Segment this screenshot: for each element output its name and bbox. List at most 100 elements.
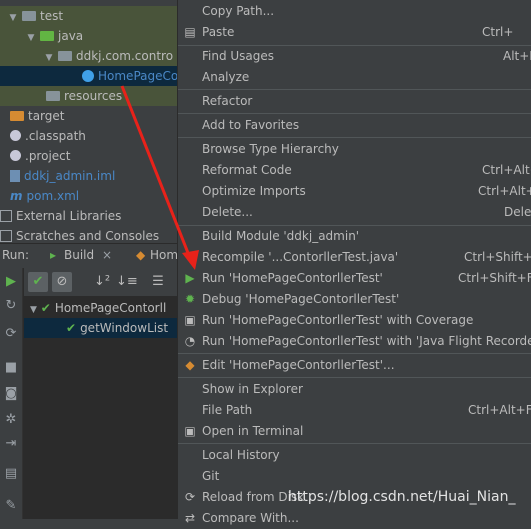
- tab-build[interactable]: Build: [64, 248, 94, 262]
- tree-item-external-libraries[interactable]: External Libraries: [0, 206, 177, 226]
- chevron-down-icon[interactable]: ▼: [44, 48, 54, 68]
- menu-label: Recompile '...ContorllerTest.java': [202, 250, 399, 264]
- menu-label: Refactor: [202, 94, 253, 108]
- menu-label: Open in Terminal: [202, 424, 304, 438]
- show-ignored-icon[interactable]: ⊘: [52, 272, 72, 292]
- iml-file-icon: [10, 169, 20, 182]
- tree-item-label: target: [28, 109, 65, 123]
- menu-label: Run 'HomePageContorllerTest' with Covera…: [202, 313, 474, 327]
- terminal-icon: ▣: [184, 424, 196, 438]
- menu-label: Reformat Code: [202, 163, 292, 177]
- menu-delete[interactable]: Delete... Delet: [178, 202, 531, 223]
- tree-item-package[interactable]: ▼ ddkj.com.contro: [0, 46, 177, 66]
- menu-label: Git: [202, 469, 220, 483]
- menu-open-terminal[interactable]: ▣ Open in Terminal: [178, 421, 531, 442]
- chevron-down-icon[interactable]: ▼: [8, 8, 18, 28]
- menu-label: Optimize Imports: [202, 184, 306, 198]
- menu-shortcut: Ctrl+: [482, 25, 514, 39]
- tree-item-label: ddkj_admin.iml: [24, 169, 116, 183]
- camera-icon[interactable]: ◙: [3, 386, 19, 402]
- tree-item-target[interactable]: target: [0, 106, 177, 126]
- tree-item-classpath[interactable]: .classpath: [0, 126, 177, 146]
- test-method-row[interactable]: ✔ getWindowList: [24, 318, 177, 338]
- exit-icon[interactable]: ⇥: [3, 436, 19, 452]
- menu-coverage[interactable]: ▣ Run 'HomePageContorllerTest' with Cover…: [178, 310, 531, 331]
- menu-shortcut: Delet: [504, 205, 531, 219]
- menu-add-favorites[interactable]: Add to Favorites: [178, 115, 531, 136]
- test-suite-label: HomePageContorll: [54, 301, 167, 315]
- tab-test[interactable]: Hom: [150, 248, 178, 262]
- menu-paste[interactable]: ▤ Paste Ctrl+: [178, 22, 531, 43]
- menu-refactor[interactable]: Refactor: [178, 91, 531, 112]
- class-icon: [82, 69, 94, 82]
- test-icon: ◆: [136, 248, 146, 262]
- menu-label: Show in Explorer: [202, 382, 303, 396]
- toggle-auto-test-icon[interactable]: ⟳: [3, 326, 19, 342]
- tree-item-pom[interactable]: m pom.xml: [0, 186, 177, 206]
- tree-item-scratches[interactable]: Scratches and Consoles: [0, 226, 177, 243]
- folder-icon: [22, 10, 36, 21]
- settings-icon[interactable]: ✲: [3, 412, 19, 428]
- menu-label: Debug 'HomePageContorllerTest': [202, 292, 400, 306]
- package-icon: [58, 50, 72, 61]
- menu-optimize[interactable]: Optimize Imports Ctrl+Alt+: [178, 181, 531, 202]
- tree-item-label: java: [58, 29, 84, 43]
- menu-separator: [178, 89, 531, 90]
- menu-analyze[interactable]: Analyze: [178, 67, 531, 88]
- menu-edit-config[interactable]: ◆ Edit 'HomePageContorllerTest'...: [178, 355, 531, 376]
- close-icon[interactable]: ×: [102, 248, 112, 262]
- menu-find-usages[interactable]: Find Usages Alt+F: [178, 46, 531, 67]
- passed-icon: ✔: [66, 321, 77, 335]
- stop-icon[interactable]: ■: [3, 360, 19, 376]
- menu-label: Edit 'HomePageContorllerTest'...: [202, 358, 395, 372]
- folder-icon: [40, 30, 54, 41]
- tree-item-resources[interactable]: resources: [0, 86, 177, 106]
- tree-item-test[interactable]: ▼ test: [0, 6, 177, 26]
- menu-label: Analyze: [202, 70, 250, 84]
- menu-debug[interactable]: ✹ Debug 'HomePageContorllerTest': [178, 289, 531, 310]
- rerun-icon[interactable]: ▶: [3, 274, 19, 290]
- menu-shortcut: Ctrl+Shift+F1: [458, 271, 531, 285]
- flight-recorder-icon: ◔: [184, 334, 196, 348]
- tree-item-iml[interactable]: ddkj_admin.iml: [0, 166, 177, 186]
- show-passed-icon[interactable]: ✔: [28, 272, 48, 292]
- menu-label: Add to Favorites: [202, 118, 300, 132]
- menu-reformat[interactable]: Reformat Code Ctrl+Alt+: [178, 160, 531, 181]
- menu-jfr[interactable]: ◔ Run 'HomePageContorllerTest' with 'Java…: [178, 331, 531, 352]
- menu-shortcut: Ctrl+Shift+F: [464, 250, 531, 264]
- menu-label: Local History: [202, 448, 280, 462]
- sort-duration-icon[interactable]: ↓≡: [116, 272, 138, 292]
- test-method-label: getWindowList: [80, 321, 169, 335]
- chevron-down-icon[interactable]: ▼: [30, 305, 37, 315]
- run-side-toolbar: ▶ ↻ ⟳ ■ ◙ ✲ ⇥ ▤ ✎: [0, 268, 23, 519]
- menu-local-history[interactable]: Local History: [178, 445, 531, 466]
- rerun-failed-icon[interactable]: ↻: [3, 298, 19, 314]
- menu-show-explorer[interactable]: Show in Explorer: [178, 379, 531, 400]
- folder-icon: [10, 110, 24, 121]
- sort-alpha-icon[interactable]: ↓²: [92, 272, 112, 292]
- context-menu: Copy Path... ▤ Paste Ctrl+ Find Usages Alt+…: [177, 0, 531, 525]
- menu-label: Paste: [202, 25, 235, 39]
- test-suite-row[interactable]: ▼ ✔ HomePageContorll: [24, 298, 177, 318]
- menu-run[interactable]: ▶ Run 'HomePageContorllerTest' Ctrl+Shift+…: [178, 268, 531, 289]
- pin-icon[interactable]: ✎: [3, 498, 19, 514]
- menu-build-module[interactable]: Build Module 'ddkj_admin': [178, 226, 531, 247]
- menu-git[interactable]: Git: [178, 466, 531, 487]
- project-tree: ▼ test ▼ java ▼ ddkj.com.contro HomePageCo …: [0, 0, 177, 243]
- file-icon: [10, 130, 21, 141]
- menu-recompile[interactable]: Recompile '...ContorllerTest.java' Ctrl+S…: [178, 247, 531, 268]
- menu-separator: [178, 113, 531, 114]
- menu-browse-type[interactable]: Browse Type Hierarchy: [178, 139, 531, 160]
- tree-item-project[interactable]: .project: [0, 146, 177, 166]
- tree-item-label: External Libraries: [16, 209, 122, 223]
- chevron-down-icon[interactable]: ▼: [26, 28, 36, 48]
- menu-file-path[interactable]: File Path Ctrl+Alt+F1: [178, 400, 531, 421]
- run-icon: ▶: [185, 271, 195, 285]
- reload-icon: ⟳: [184, 490, 196, 504]
- expand-all-icon[interactable]: ☰: [148, 272, 168, 292]
- tree-item-homepage-class[interactable]: HomePageCo: [0, 66, 177, 86]
- tree-item-java[interactable]: ▼ java: [0, 26, 177, 46]
- folder-icon: [46, 90, 60, 101]
- layout-icon[interactable]: ▤: [3, 466, 19, 482]
- menu-copy-path[interactable]: Copy Path...: [178, 1, 531, 22]
